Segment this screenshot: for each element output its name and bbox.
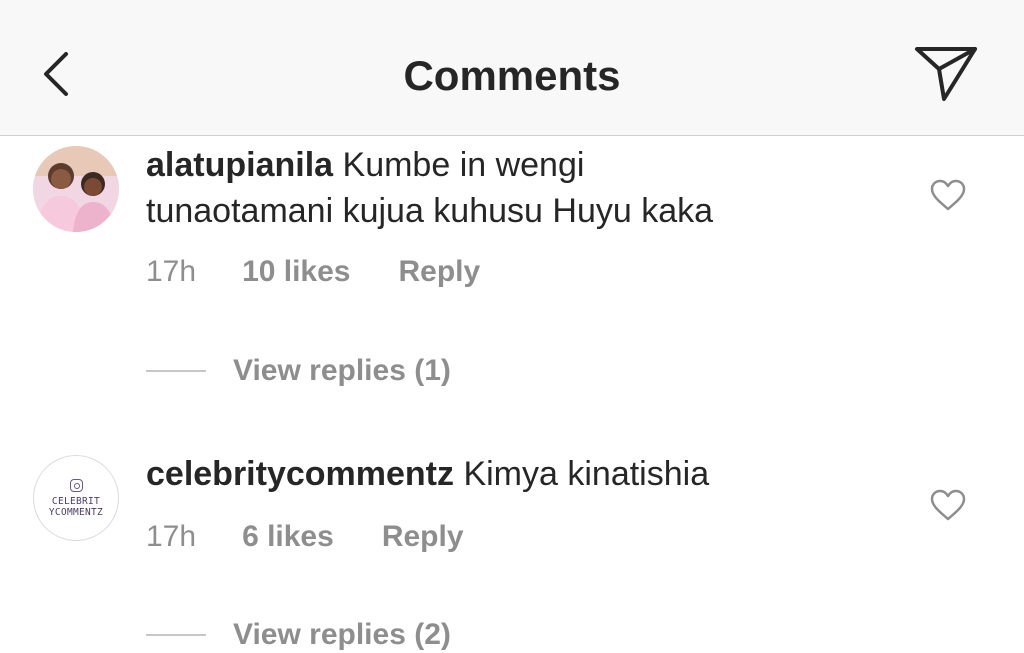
divider-line: [146, 634, 206, 636]
header-bar: Comments: [0, 0, 1024, 136]
profile-photo-icon: [33, 146, 119, 232]
comment-username[interactable]: alatupianila: [146, 146, 333, 184]
likes-count[interactable]: 10 likes: [242, 255, 350, 289]
likes-count[interactable]: 6 likes: [242, 520, 334, 554]
comment-text: celebritycommentz Kimya kinatishia: [146, 451, 866, 497]
comment-meta: 17h 10 likes Reply: [146, 255, 480, 289]
page-title: Comments: [403, 52, 621, 99]
avatar[interactable]: CELEBRIT YCOMMENTZ: [33, 455, 119, 541]
comment-meta: 17h 6 likes Reply: [146, 520, 464, 554]
comment-time: 17h: [146, 255, 197, 288]
heart-icon: [930, 489, 966, 521]
avatar[interactable]: [33, 146, 119, 232]
view-replies-label: View replies (2): [233, 618, 451, 651]
like-button[interactable]: [930, 489, 966, 521]
comment-body-line2: tunaotamani kujua kuhusu Huyu kaka: [146, 192, 714, 230]
comment-text: alatupianila Kumbe in wengi tunaotamani …: [146, 142, 866, 234]
heart-icon: [930, 179, 966, 211]
instagram-logo-icon: [69, 478, 83, 492]
send-button[interactable]: [908, 40, 984, 106]
view-replies-button[interactable]: View replies (2): [146, 618, 451, 652]
comment-username[interactable]: celebritycommentz: [146, 455, 454, 493]
avatar-logo-text-line1: CELEBRIT: [51, 495, 101, 507]
reply-button[interactable]: Reply: [399, 255, 481, 289]
comment-time: 17h: [146, 520, 197, 553]
view-replies-label: View replies (1): [233, 354, 451, 387]
comment-body: Kimya kinatishia: [463, 455, 710, 493]
view-replies-button[interactable]: View replies (1): [146, 354, 451, 388]
divider-line: [146, 370, 206, 372]
comment-body-line1: Kumbe in wengi: [342, 146, 585, 184]
avatar-logo-text-line2: YCOMMENTZ: [48, 506, 104, 518]
reply-button[interactable]: Reply: [382, 520, 464, 554]
paper-plane-icon: [915, 47, 977, 101]
like-button[interactable]: [930, 179, 966, 211]
